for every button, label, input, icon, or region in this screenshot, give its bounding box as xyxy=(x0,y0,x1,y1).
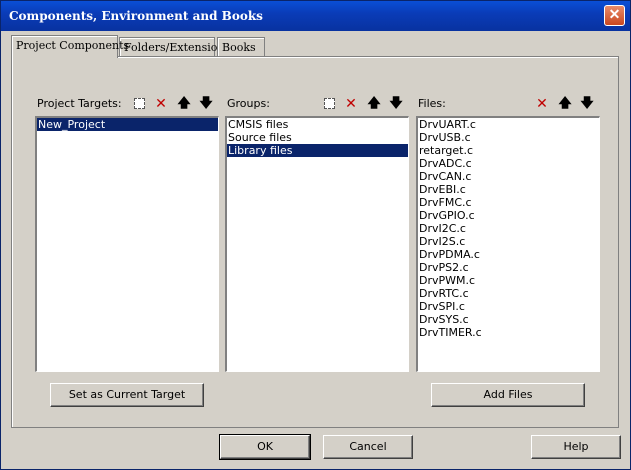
file-item[interactable]: DrvPS2.c xyxy=(418,261,599,274)
move-target-up-button[interactable]: 🡅 xyxy=(174,95,194,113)
file-item[interactable]: DrvFMC.c xyxy=(418,196,599,209)
dialog-window: Components, Environment and Books ✕ Proj… xyxy=(0,0,631,470)
delete-group-button[interactable]: ✕ xyxy=(341,95,361,113)
delete-icon: ✕ xyxy=(536,96,548,112)
file-item[interactable]: DrvCAN.c xyxy=(418,170,599,183)
new-target-button[interactable] xyxy=(129,95,149,113)
group-item[interactable]: CMSIS files xyxy=(227,118,408,131)
groups-header: Groups: ✕ 🡅 🡇 xyxy=(225,94,409,114)
move-file-down-button[interactable]: 🡇 xyxy=(577,95,597,113)
move-target-down-button[interactable]: 🡇 xyxy=(196,95,216,113)
new-item-icon xyxy=(323,98,335,109)
arrow-down-icon: 🡇 xyxy=(389,96,403,111)
help-button[interactable]: Help xyxy=(531,435,621,459)
file-item[interactable]: DrvSYS.c xyxy=(418,313,599,326)
delete-target-button[interactable]: ✕ xyxy=(151,95,171,113)
move-group-down-button[interactable]: 🡇 xyxy=(386,95,406,113)
arrow-up-icon: 🡅 xyxy=(177,96,191,111)
move-file-up-button[interactable]: 🡅 xyxy=(555,95,575,113)
groups-list[interactable]: CMSIS files Source files Library files xyxy=(225,116,409,372)
dialog-body: Project Components Folders/Extensions Bo… xyxy=(1,31,630,469)
arrow-up-icon: 🡅 xyxy=(558,96,572,111)
tab-folders-extensions[interactable]: Folders/Extensions xyxy=(119,37,230,57)
close-button[interactable]: ✕ xyxy=(604,5,625,26)
target-item[interactable]: New_Project xyxy=(37,118,218,131)
file-item[interactable]: DrvPWM.c xyxy=(418,274,599,287)
group-item[interactable]: Library files xyxy=(227,144,408,157)
cancel-button[interactable]: Cancel xyxy=(323,435,413,459)
arrow-down-icon: 🡇 xyxy=(580,96,594,111)
file-item[interactable]: DrvI2C.c xyxy=(418,222,599,235)
arrow-down-icon: 🡇 xyxy=(199,96,213,111)
targets-header: Project Targets: ✕ 🡅 🡇 xyxy=(35,94,219,114)
file-item[interactable]: DrvI2S.c xyxy=(418,235,599,248)
file-item[interactable]: DrvEBI.c xyxy=(418,183,599,196)
delete-file-button[interactable]: ✕ xyxy=(532,95,552,113)
arrow-up-icon: 🡅 xyxy=(367,96,381,111)
project-components-panel: Project Targets: ✕ 🡅 🡇 New_Project Group… xyxy=(11,56,619,428)
file-item[interactable]: DrvADC.c xyxy=(418,157,599,170)
tab-books[interactable]: Books xyxy=(217,37,265,57)
files-label: Files: xyxy=(418,97,446,110)
close-icon: ✕ xyxy=(608,7,621,23)
add-files-button[interactable]: Add Files xyxy=(431,383,585,407)
set-current-target-button[interactable]: Set as Current Target xyxy=(50,383,204,407)
file-item[interactable]: DrvSPI.c xyxy=(418,300,599,313)
targets-label: Project Targets: xyxy=(37,97,122,110)
ok-button[interactable]: OK xyxy=(219,434,311,460)
move-group-up-button[interactable]: 🡅 xyxy=(364,95,384,113)
title-bar: Components, Environment and Books ✕ xyxy=(1,1,630,31)
targets-list[interactable]: New_Project xyxy=(35,116,219,372)
delete-icon: ✕ xyxy=(345,96,357,112)
file-item[interactable]: DrvTIMER.c xyxy=(418,326,599,339)
files-list[interactable]: DrvUART.c DrvUSB.c retarget.c DrvADC.c D… xyxy=(416,116,600,372)
file-item[interactable]: DrvGPIO.c xyxy=(418,209,599,222)
new-group-button[interactable] xyxy=(319,95,339,113)
new-item-icon xyxy=(133,98,145,109)
groups-label: Groups: xyxy=(227,97,270,110)
file-item[interactable]: DrvRTC.c xyxy=(418,287,599,300)
group-item[interactable]: Source files xyxy=(227,131,408,144)
delete-icon: ✕ xyxy=(155,96,167,112)
tab-project-components[interactable]: Project Components xyxy=(11,35,129,58)
file-item[interactable]: DrvUART.c xyxy=(418,118,599,131)
file-item[interactable]: retarget.c xyxy=(418,144,599,157)
window-title: Components, Environment and Books xyxy=(9,9,263,23)
file-item[interactable]: DrvUSB.c xyxy=(418,131,599,144)
files-header: Files: ✕ 🡅 🡇 xyxy=(416,94,600,114)
file-item[interactable]: DrvPDMA.c xyxy=(418,248,599,261)
